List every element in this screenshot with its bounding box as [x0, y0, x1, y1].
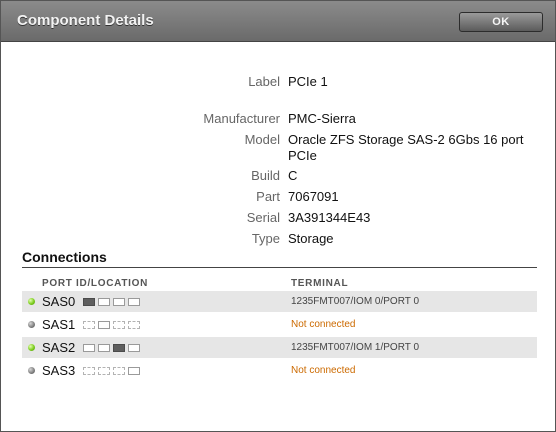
- type-label: Type: [251, 231, 280, 246]
- slot-icon: [128, 298, 140, 306]
- manufacturer-value: PMC-Sierra: [288, 111, 356, 126]
- slot-icon: [113, 321, 125, 329]
- status-gray-icon: [28, 367, 35, 374]
- connections-heading: Connections: [22, 249, 107, 265]
- terminal-value: 1235FMT007/IOM 0/PORT 0: [291, 296, 420, 307]
- label-field-value: PCIe 1: [288, 74, 328, 89]
- status-green-icon: [28, 344, 35, 351]
- connection-row-sas1[interactable]: SAS1 Not connected: [22, 314, 537, 335]
- status-green-icon: [28, 298, 35, 305]
- dialog-title: Component Details: [17, 12, 154, 29]
- slot-icon: [128, 321, 140, 329]
- connection-row-sas3[interactable]: SAS3 Not connected: [22, 360, 537, 381]
- manufacturer-label: Manufacturer: [203, 111, 280, 126]
- build-value: C: [288, 168, 298, 183]
- slot-icon: [83, 344, 95, 352]
- column-header-port[interactable]: PORT ID/LOCATION: [42, 278, 148, 289]
- terminal-value: Not connected: [291, 319, 356, 330]
- slot-icon: [113, 367, 125, 375]
- slot-icon: [113, 344, 125, 352]
- part-value: 7067091: [288, 189, 339, 204]
- slot-icon: [83, 298, 95, 306]
- connection-row-sas0[interactable]: SAS0 1235FMT007/IOM 0/PORT 0: [22, 291, 537, 312]
- port-id: SAS3: [42, 363, 76, 378]
- connections-divider: [22, 267, 537, 268]
- slot-icon: [113, 298, 125, 306]
- column-header-terminal[interactable]: TERMINAL: [291, 278, 348, 289]
- dialog-titlebar: Component Details OK: [1, 1, 555, 42]
- terminal-value: Not connected: [291, 365, 356, 376]
- status-gray-icon: [28, 321, 35, 328]
- slot-icon: [128, 344, 140, 352]
- type-value: Storage: [288, 231, 334, 246]
- slot-icon: [98, 344, 110, 352]
- slot-icon: [98, 367, 110, 375]
- model-label: Model: [244, 132, 280, 147]
- slot-icon: [98, 298, 110, 306]
- connection-row-sas2[interactable]: SAS2 1235FMT007/IOM 1/PORT 0: [22, 337, 537, 358]
- model-value: Oracle ZFS Storage SAS-2 6Gbs 16 port PC…: [288, 132, 524, 163]
- port-id: SAS1: [42, 317, 76, 332]
- serial-label: Serial: [246, 210, 280, 225]
- slot-icon: [128, 367, 140, 375]
- slot-icon: [83, 321, 95, 329]
- part-label: Part: [256, 189, 280, 204]
- build-label: Build: [251, 168, 280, 183]
- label-field-label: Label: [248, 74, 280, 89]
- component-details-dialog: Component Details OK Label PCIe 1 Manufa…: [0, 0, 556, 432]
- serial-value: 3A391344E43: [288, 210, 371, 225]
- terminal-value: 1235FMT007/IOM 1/PORT 0: [291, 342, 420, 353]
- slot-icon: [83, 367, 95, 375]
- ok-button[interactable]: OK: [459, 12, 543, 32]
- slot-icon: [98, 321, 110, 329]
- port-id: SAS0: [42, 294, 76, 309]
- port-id: SAS2: [42, 340, 76, 355]
